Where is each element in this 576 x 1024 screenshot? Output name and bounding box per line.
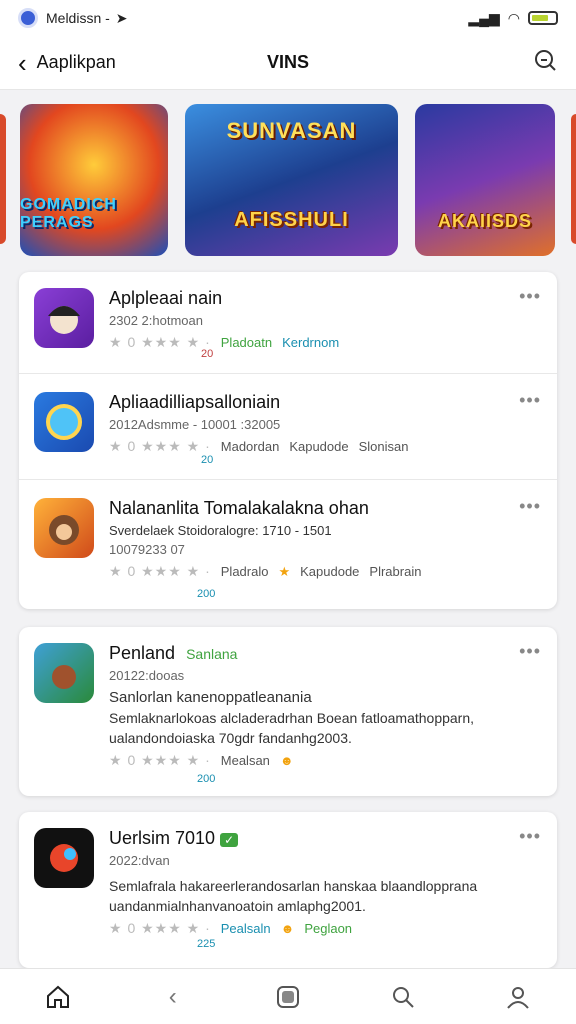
app-meta: 20122:dooas: [109, 668, 185, 683]
banner-2[interactable]: SUNVASAN AFISSHULI: [185, 104, 398, 256]
item-sub: 20: [201, 454, 214, 466]
location-icon: ➤: [115, 9, 128, 26]
app-meta: 2012Adsmme - 10001 :32005: [109, 417, 281, 432]
app-meta: 2302 2:hotmoan: [109, 313, 203, 328]
banner-2-label: AFISSHULI: [234, 209, 349, 231]
status-bar: Meldissn - ➤ ▂▄▆ ◠: [0, 0, 576, 36]
app-detail-card[interactable]: Uerlsim 7010 ✓ 2022:dvan Semlafrala haka…: [19, 812, 557, 968]
rating-text: Pealsaln: [220, 921, 271, 936]
rating-extra-2: Slonisan: [358, 439, 409, 454]
more-menu-icon[interactable]: •••: [519, 286, 541, 307]
emoji-icon: ☻: [279, 753, 294, 768]
list-item[interactable]: Aplpleaai nain 2302 2:hotmoan ★ 0 ★★★ ★ …: [19, 272, 557, 374]
top-app-bar: ‹ Aaplikpan VINS: [0, 36, 576, 90]
rating-extra: Kapudode: [289, 439, 349, 454]
rating-stars: ★ 0 ★★★ ★ ·: [109, 438, 211, 454]
app-name: Nalananlita Tomalakalakna ohan: [109, 498, 369, 518]
banner-3-label: AKAIISDS: [437, 211, 532, 231]
desc-line-2: uandanmialnhanvanoatoin amlaphg2001.: [109, 898, 366, 914]
app-name: Uerlsim 7010 ✓: [109, 828, 517, 849]
more-menu-icon[interactable]: •••: [519, 826, 541, 847]
more-menu-icon[interactable]: •••: [519, 496, 541, 517]
desc-line-1: Sanlorlan kanenoppatleanania: [109, 689, 312, 706]
rating-extra: Peglaon: [304, 921, 353, 936]
app-icon-bird: [34, 828, 94, 888]
item-sub: 225: [197, 938, 216, 950]
more-menu-icon[interactable]: •••: [519, 390, 541, 411]
battery-icon: [528, 11, 558, 25]
emoji-icon: ☻: [280, 921, 295, 936]
list-item[interactable]: Apliaadilliapsalloniain 2012Adsmme - 100…: [19, 374, 557, 480]
desc-line-3: ualandondoiaska 70gdr fandanhg2003.: [109, 730, 352, 746]
app-tag: Sanlana: [186, 646, 238, 662]
app-icon-monkey: [34, 498, 94, 558]
app-meta: 2022:dvan: [109, 853, 170, 868]
banner-1-title: GOMADICH PERAGS: [20, 196, 117, 231]
rating-stars: ★ 0 ★★★ ★ ·: [109, 752, 211, 768]
list-item[interactable]: Nalananlita Tomalakalakna ohan Sverdelae…: [19, 480, 557, 609]
banner-peek-left: [0, 114, 6, 244]
banner-1[interactable]: GOMADICH PERAGS: [20, 104, 168, 256]
search-icon[interactable]: [532, 47, 558, 78]
home-icon[interactable]: [38, 977, 78, 1017]
wifi-icon: ◠: [507, 9, 520, 26]
app-detail-card[interactable]: Penland Sanlana 20122:dooas Sanlorlan ka…: [19, 627, 557, 796]
featured-carousel[interactable]: GOMADICH PERAGS SUNVASAN AFISSHULI AKAII…: [0, 104, 576, 256]
carrier-text: Meldissn -: [46, 10, 110, 26]
app-list-card: Aplpleaai nain 2302 2:hotmoan ★ 0 ★★★ ★ …: [19, 272, 557, 609]
app-icon-ninja: [34, 288, 94, 348]
rating-extra-2: Plrabrain: [369, 564, 422, 579]
desc-line-1: Semlafrala hakareerlerandosarlan hanskaa…: [109, 878, 478, 894]
search-tab-icon[interactable]: [383, 977, 423, 1017]
verified-icon: ✓: [220, 833, 239, 847]
recents-icon[interactable]: [268, 977, 308, 1017]
banner-2-title: SUNVASAN: [226, 118, 357, 143]
item-sub: 200: [197, 773, 216, 785]
app-icon-bubble: [34, 392, 94, 452]
back-chevron-icon[interactable]: ‹: [18, 50, 27, 76]
rating-stars: ★ 0 ★★★ ★ ·: [109, 334, 211, 350]
rating-text: Pladoatn: [220, 335, 273, 350]
rating-text: Pladralo: [220, 564, 269, 579]
app-name: Apliaadilliapsalloniain: [109, 392, 281, 412]
app-meta-2: 10079233 07: [109, 542, 185, 557]
profile-icon[interactable]: [498, 977, 538, 1017]
star-icon: ★: [278, 563, 291, 579]
app-meta: Sverdelaek Stoidoralogre: 1710 - 1501: [109, 523, 332, 538]
banner-3[interactable]: AKAIISDS: [415, 104, 555, 256]
app-name-text: Penland: [109, 643, 176, 663]
signal-icon: ▂▄▆: [468, 9, 500, 26]
item-sub: 20: [201, 348, 214, 360]
app-icon-adventure: [34, 643, 94, 703]
rating-text: Madordan: [220, 439, 280, 454]
more-menu-icon[interactable]: •••: [519, 641, 541, 662]
rating-stars: ★ 0 ★★★ ★ ·: [109, 920, 211, 936]
rating-stars: ★ 0 ★★★ ★ ·: [109, 563, 211, 579]
rating-text: Mealsan: [220, 753, 270, 768]
item-sub: 200: [197, 588, 216, 600]
app-name: Penland Sanlana: [109, 643, 517, 664]
rating-extra: Kapudode: [300, 564, 360, 579]
app-name-text: Uerlsim 7010: [109, 828, 216, 848]
app-logo-icon: [18, 8, 38, 28]
desc-line-2: Semlaknarlokoas alcladeradrhan Boean fat…: [109, 710, 475, 726]
app-name: Aplpleaai nain: [109, 288, 223, 308]
bottom-nav: ‹: [0, 968, 576, 1024]
back-label[interactable]: Aaplikpan: [37, 52, 116, 73]
back-icon[interactable]: ‹: [153, 977, 193, 1017]
banner-peek-right: [571, 114, 576, 244]
rating-extra: Kerdrnom: [282, 335, 340, 350]
